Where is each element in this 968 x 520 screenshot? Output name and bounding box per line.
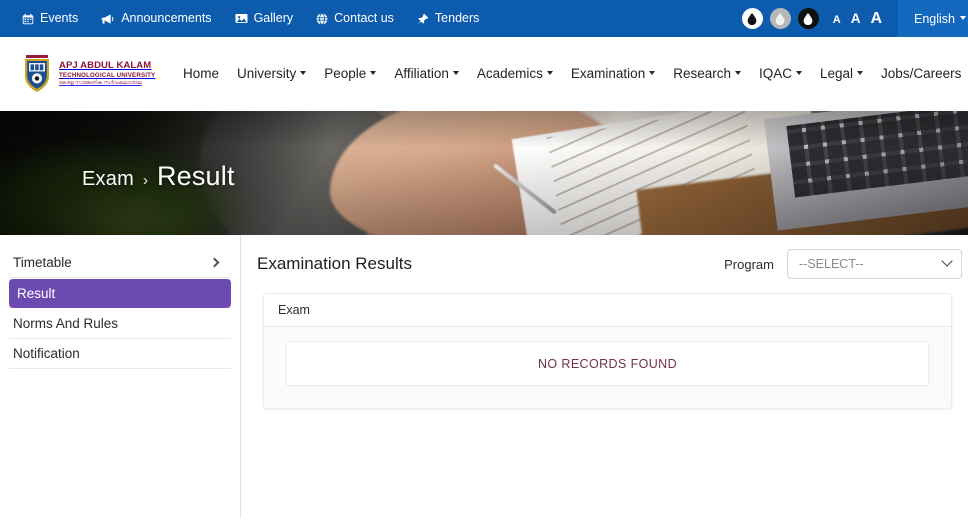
sidebar-item-notification[interactable]: Notification — [9, 339, 231, 369]
breadcrumb-parent[interactable]: Exam — [82, 168, 134, 191]
top-links: Events Announcements Gallery Contact us … — [0, 12, 479, 25]
chevron-down-icon — [857, 71, 864, 75]
nav-item-affiliation[interactable]: Affiliation — [394, 67, 459, 81]
program-select[interactable]: --SELECT-- — [787, 249, 962, 279]
image-icon — [235, 13, 248, 24]
top-link-announcements[interactable]: Announcements — [101, 11, 212, 26]
sidebar-item-label: Notification — [13, 346, 80, 361]
page-content: Timetable Result Norms And Rules Notific… — [0, 235, 968, 518]
main-navbar: APJ ABDUL KALAM TECHNOLOGICAL UNIVERSITY… — [0, 37, 968, 111]
no-records-message: NO RECORDS FOUND — [286, 341, 929, 386]
calendar-icon — [22, 13, 34, 25]
top-link-label: Events — [40, 11, 79, 26]
primary-menu: Home University People Affiliation Acade… — [183, 67, 961, 81]
chevron-down-icon — [734, 71, 741, 75]
breadcrumb-separator-icon: › — [142, 172, 148, 189]
nav-item-label: People — [324, 66, 367, 82]
top-link-label: Contact us — [334, 11, 394, 26]
sidebar-item-label: Timetable — [13, 255, 72, 270]
top-utility-bar: Events Announcements Gallery Contact us … — [0, 0, 968, 37]
contrast-toggles — [741, 8, 833, 29]
top-link-contact-us[interactable]: Contact us — [316, 12, 394, 25]
chevron-down-icon — [546, 71, 553, 75]
program-label: Program — [724, 256, 774, 272]
chevron-down-icon — [796, 71, 802, 75]
chevron-down-icon — [649, 71, 656, 75]
font-size-large-button[interactable]: A — [870, 10, 882, 27]
nav-item-university[interactable]: University — [237, 66, 307, 82]
sidebar-item-result[interactable]: Result — [9, 279, 231, 308]
sidebar-item-timetable[interactable]: Timetable — [9, 248, 231, 278]
nav-item-label: Research — [673, 66, 731, 82]
nav-item-legal[interactable]: Legal — [820, 66, 864, 82]
page-title: Examination Results — [257, 254, 412, 273]
top-link-label: Announcements — [121, 11, 212, 26]
chevron-down-icon — [300, 71, 307, 75]
top-link-tenders[interactable]: Tenders — [417, 12, 479, 25]
chevron-down-icon — [960, 15, 966, 20]
nav-item-label: University — [237, 66, 297, 82]
contrast-medium-icon[interactable] — [769, 8, 791, 29]
nav-item-label: Home — [183, 66, 220, 82]
top-link-events[interactable]: Events — [22, 12, 78, 25]
program-select-value: --SELECT-- — [799, 257, 864, 271]
top-tools: A A A English — [741, 0, 968, 37]
results-panel-header: Exam — [264, 294, 951, 327]
site-logo[interactable]: APJ ABDUL KALAM TECHNOLOGICAL UNIVERSITY… — [22, 54, 158, 94]
language-label: English — [914, 11, 955, 26]
breadcrumb-current: Result — [156, 161, 235, 191]
pin-icon — [417, 13, 429, 25]
nav-item-jobs-careers[interactable]: Jobs/Careers — [881, 67, 961, 81]
sidebar-item-label: Norms And Rules — [13, 316, 119, 331]
results-panel-wrap: Exam NO RECORDS FOUND — [241, 293, 968, 409]
results-panel: Exam NO RECORDS FOUND — [263, 293, 952, 409]
sidebar-item-label: Result — [17, 286, 56, 301]
nav-item-label: IQAC — [758, 66, 792, 82]
nav-item-label: Jobs/Careers — [881, 66, 962, 82]
main-panel: Examination Results Program --SELECT-- E… — [241, 235, 968, 518]
program-filter: Program --SELECT-- — [724, 249, 962, 279]
nav-item-iqac[interactable]: IQAC — [759, 67, 802, 81]
university-crest-icon — [22, 54, 52, 94]
chevron-down-icon — [941, 255, 953, 267]
font-size-small-button[interactable]: A — [833, 14, 841, 26]
nav-item-label: Affiliation — [394, 66, 449, 82]
top-link-gallery[interactable]: Gallery — [235, 11, 294, 26]
nav-item-label: Legal — [820, 66, 854, 82]
results-panel-body: NO RECORDS FOUND — [264, 327, 951, 408]
nav-item-research[interactable]: Research — [673, 67, 741, 81]
font-size-controls: A A A — [833, 10, 898, 27]
nav-item-home[interactable]: Home — [183, 67, 219, 81]
nav-item-academics[interactable]: Academics — [477, 67, 553, 81]
globe-icon — [316, 12, 328, 25]
contrast-light-icon[interactable] — [741, 8, 763, 29]
nav-item-examination[interactable]: Examination — [570, 66, 656, 82]
brand-text: APJ ABDUL KALAM TECHNOLOGICAL UNIVERSITY… — [59, 60, 155, 87]
megaphone-icon — [101, 13, 115, 25]
chevron-down-icon — [370, 71, 377, 75]
font-size-medium-button[interactable]: A — [851, 11, 861, 26]
nav-item-label: Academics — [476, 66, 543, 82]
nav-item-people[interactable]: People — [324, 66, 377, 82]
hero-banner: Exam › Result — [0, 111, 968, 235]
nav-item-label: Examination — [570, 66, 646, 82]
top-link-label: Tenders — [434, 11, 480, 26]
chevron-down-icon — [452, 71, 459, 75]
language-selector[interactable]: English — [898, 0, 968, 37]
contrast-dark-icon[interactable] — [797, 8, 819, 29]
brand-line-3: കേരള സാങ്കേതിക സർവകലാശാല — [59, 80, 142, 87]
brand-line-1: APJ ABDUL KALAM — [59, 60, 152, 72]
chevron-right-icon — [209, 257, 220, 268]
top-link-label: Gallery — [253, 11, 294, 26]
breadcrumb: Exam › Result — [82, 161, 235, 192]
sidebar-item-norms-and-rules[interactable]: Norms And Rules — [9, 309, 231, 339]
main-header: Examination Results Program --SELECT-- — [241, 235, 968, 293]
sidebar-menu: Timetable Result Norms And Rules Notific… — [0, 235, 241, 518]
